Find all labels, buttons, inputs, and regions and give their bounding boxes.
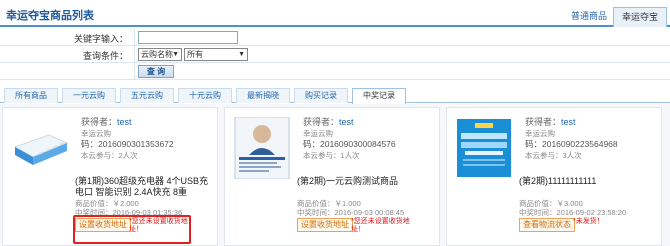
win-time: 中奖时间：2016-09-02 23:58:20: [519, 208, 627, 217]
tab-normal-goods[interactable]: 普通商品: [563, 7, 615, 27]
set-address-button[interactable]: 设置收货地址: [297, 218, 353, 232]
participation-count: 本云参与：2人次: [81, 151, 138, 160]
win-time: 中奖时间：2016-09-03 00:08:45: [297, 208, 405, 217]
condition-status-value: 所有: [187, 50, 203, 59]
record-card: 获得者：test 幸运云购 码：2016090301353672 本云参与：2人…: [2, 107, 218, 246]
address-warning: *您还未设置收货地址！: [129, 218, 188, 233]
tab-ten-yuan[interactable]: 十元云购: [178, 88, 232, 103]
platform-label: 幸运云购: [525, 129, 555, 138]
price-info: 商品价值：￥1.000 中奖时间：2016-09-03 00:08:45: [297, 199, 404, 217]
price-info: 商品价值：￥3.000 中奖时间：2016-09-02 23:58:20: [519, 199, 626, 217]
product-title[interactable]: (第2期)一元云购测试商品: [297, 176, 437, 187]
product-price: 商品价值：￥3.000: [519, 199, 583, 208]
tab-lucky-treasure[interactable]: 幸运夺宝: [613, 7, 668, 27]
participation-count: 本云参与：3人次: [525, 151, 582, 160]
lucky-code: 码：2016090223564968: [525, 139, 618, 149]
condition-status-select[interactable]: 所有 ▼: [184, 48, 248, 61]
condition-row: 查询条件： 云购名称 ▼ 所有 ▼: [0, 46, 670, 63]
query-row: 查 询: [0, 63, 670, 80]
record-info: 获得者：test 幸运云购 码：2016090301353672 本云参与：2人…: [81, 117, 174, 160]
tab-five-yuan[interactable]: 五元云购: [120, 88, 174, 103]
set-address-button[interactable]: 设置收货地址: [75, 218, 131, 232]
search-form: 关键字输入： 查询条件： 云购名称 ▼ 所有 ▼ 查 询: [0, 29, 670, 83]
winner-name[interactable]: test: [117, 117, 132, 127]
record-card: 获得者：test 幸运云购 码：2016090223564968 本云参与：3人…: [446, 107, 662, 246]
tab-one-yuan[interactable]: 一元云购: [62, 88, 116, 103]
product-banner-image[interactable]: [453, 117, 515, 179]
usb-charger-image[interactable]: [9, 117, 71, 179]
record-info: 获得者：test 幸运云购 码：2016090300084576 本云参与：1人…: [303, 117, 396, 160]
keyword-input[interactable]: [138, 31, 238, 44]
tab-winning-records[interactable]: 中奖记录: [352, 88, 406, 104]
keyword-row: 关键字输入：: [0, 29, 670, 46]
record-info: 获得者：test 幸运云购 码：2016090223564968 本云参与：3人…: [525, 117, 618, 160]
platform-label: 幸运云购: [81, 129, 111, 138]
keyword-label: 关键字输入：: [73, 34, 128, 44]
product-price: 商品价值：￥1.000: [297, 199, 361, 208]
participation-count: 本云参与：1人次: [303, 151, 360, 160]
condition-field-value: 云购名称: [141, 50, 173, 59]
header-bar: 幸运夺宝商品列表 普通商品 幸运夺宝: [0, 0, 670, 27]
product-poster-image[interactable]: [231, 117, 293, 179]
record-card: 获得者：test 幸运云购 码：2016090300084576 本云参与：1人…: [224, 107, 440, 246]
tab-purchase-records[interactable]: 购买记录: [294, 88, 348, 103]
tab-latest-announced[interactable]: 最新揭晓: [236, 88, 290, 103]
chevron-down-icon: ▼: [238, 51, 245, 58]
winning-records-panel: 获得者：test 幸运云购 码：2016090301353672 本云参与：2人…: [0, 104, 670, 246]
condition-field-select[interactable]: 云购名称 ▼: [138, 48, 182, 61]
shipping-warning: *未发货！: [573, 218, 604, 225]
query-button[interactable]: 查 询: [138, 65, 174, 78]
platform-label: 幸运云购: [303, 129, 333, 138]
product-title[interactable]: (第1期)360超级充电器 4个USB充电口 智能识别 2.4A快充 8重: [75, 176, 215, 198]
lucky-code: 码：2016090301353672: [81, 139, 174, 149]
winner-name[interactable]: test: [561, 117, 576, 127]
product-price: 商品价值：￥2.000: [75, 199, 139, 208]
page-title: 幸运夺宝商品列表: [6, 10, 94, 22]
chevron-down-icon: ▼: [172, 51, 179, 58]
winner-name[interactable]: test: [339, 117, 354, 127]
condition-label: 查询条件：: [82, 51, 128, 61]
filter-tabs: 所有商品 一元云购 五元云购 十元云购 最新揭晓 购买记录 中奖记录: [0, 88, 670, 104]
product-title[interactable]: (第2期)11111111111: [519, 176, 659, 187]
address-warning: *您还未设置收货地址！: [351, 218, 410, 233]
tab-all-goods[interactable]: 所有商品: [4, 88, 58, 103]
lucky-code: 码：2016090300084576: [303, 139, 396, 149]
view-shipping-button[interactable]: 查看物流状态: [519, 218, 575, 232]
